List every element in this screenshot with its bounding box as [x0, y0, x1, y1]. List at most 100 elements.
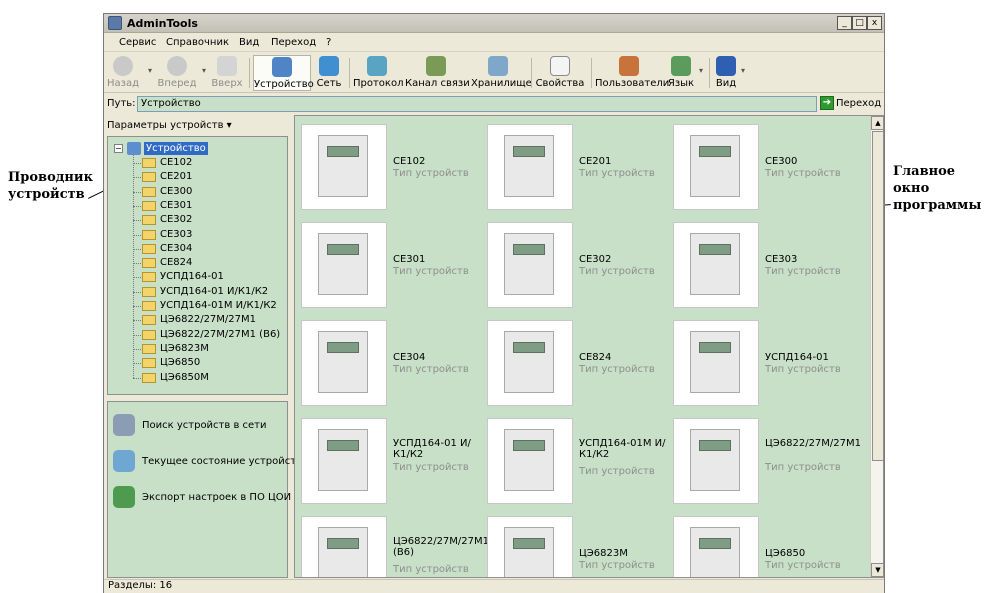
protocol-button[interactable]: Протокол — [353, 55, 403, 91]
meter-image — [504, 527, 554, 577]
folder-icon — [142, 358, 156, 369]
device-name: CE302 — [579, 254, 612, 265]
vertical-scrollbar[interactable]: ▲ ▼ — [870, 116, 883, 577]
meter-image — [690, 331, 740, 393]
device-card[interactable]: УСПД164-01 И/К1/К2 Тип устройств — [301, 418, 481, 508]
menu-reference[interactable]: Справочник — [166, 37, 229, 48]
view-button[interactable]: Вид — [713, 55, 739, 91]
tree-connector — [133, 320, 141, 322]
forward-button[interactable]: Вперед — [157, 55, 197, 91]
scroll-up-icon[interactable]: ▲ — [871, 116, 883, 130]
device-type: Тип устройств — [579, 560, 655, 571]
device-thumbnail — [487, 516, 573, 577]
task-label: Экспорт настроек в ПО ЦОИ — [142, 492, 292, 503]
annotation-left-line1: Проводник — [8, 170, 93, 185]
folder-icon — [142, 215, 156, 226]
close-button[interactable]: x — [867, 16, 882, 30]
meter-image — [504, 233, 554, 295]
device-name: УСПД164-01М И/К1/К2 — [579, 438, 666, 460]
menu-service[interactable]: Сервис — [119, 37, 156, 48]
device-type: Тип устройств — [579, 266, 655, 277]
folder-icon — [142, 301, 156, 311]
up-button[interactable]: Вверх — [210, 55, 244, 91]
minimize-button[interactable]: _ — [837, 16, 852, 30]
annotation-right-line3: программы — [893, 198, 982, 213]
tree-connector — [133, 205, 141, 207]
device-type: Тип устройств — [765, 168, 841, 179]
collapse-icon[interactable]: − — [114, 144, 123, 153]
scroll-thumb[interactable] — [872, 131, 883, 461]
device-card[interactable]: ЦЭ6850 Тип устройств — [673, 516, 853, 577]
device-card[interactable]: CE300 Тип устройств — [673, 124, 853, 214]
device-type: Тип устройств — [579, 168, 655, 179]
device-name: CE201 — [579, 156, 612, 167]
device-type: Тип устройств — [765, 560, 841, 571]
menu-navigate[interactable]: Переход — [271, 37, 316, 48]
properties-label: Свойства — [535, 78, 585, 89]
maximize-button[interactable]: □ — [852, 16, 867, 30]
language-button[interactable]: Язык — [666, 55, 696, 91]
device-icon — [272, 57, 292, 77]
device-label: Устройство — [254, 79, 314, 90]
device-card[interactable]: CE303 Тип устройств — [673, 222, 853, 312]
go-button[interactable]: ➔ Переход — [820, 96, 881, 112]
properties-button[interactable]: Свойства — [535, 55, 585, 91]
tree-connector — [133, 191, 141, 193]
back-arrow-icon — [113, 56, 133, 76]
scroll-down-icon[interactable]: ▼ — [871, 563, 883, 577]
menu-view[interactable]: Вид — [239, 37, 259, 48]
folder-icon — [142, 258, 156, 269]
status-sections: Разделы: 16 — [108, 580, 173, 591]
toolbar-separator — [349, 58, 350, 88]
screenshot-stage: Проводник устройств Главное окно програм… — [0, 0, 987, 593]
device-card[interactable]: ЦЭ6822/27М/27М1 Тип устройств — [673, 418, 861, 508]
device-type: Тип устройств — [393, 266, 469, 277]
device-thumbnail — [487, 418, 573, 504]
view-dropdown-icon[interactable]: ▾ — [741, 66, 745, 75]
folder-icon — [142, 343, 156, 354]
tree-connector — [133, 163, 141, 164]
device-button[interactable]: Устройство — [253, 55, 314, 91]
path-input[interactable]: Устройство — [137, 96, 817, 112]
device-thumbnail — [301, 124, 387, 210]
device-card[interactable]: CE102 Тип устройств — [301, 124, 481, 214]
device-card[interactable]: CE824 Тип устройств — [487, 320, 667, 410]
device-card[interactable]: CE201 Тип устройств — [487, 124, 667, 214]
language-dropdown-icon[interactable]: ▾ — [699, 66, 703, 75]
network-button[interactable]: Сеть — [314, 55, 344, 91]
device-card[interactable]: CE301 Тип устройств — [301, 222, 481, 312]
meter-image — [690, 527, 740, 577]
device-card[interactable]: CE304 Тип устройств — [301, 320, 481, 410]
users-icon — [619, 56, 639, 76]
status-bar: Разделы: 16 — [104, 579, 884, 593]
back-dropdown-icon[interactable]: ▾ — [148, 66, 152, 75]
channel-button[interactable]: Канал связи — [405, 55, 470, 91]
device-card[interactable]: УСПД164-01М И/К1/К2 Тип устройств — [487, 418, 667, 508]
device-name: УСПД164-01 И/К1/К2 — [393, 438, 471, 460]
tree-connector — [133, 177, 141, 179]
back-button[interactable]: Назад — [106, 55, 140, 91]
menu-bar: Сервис Справочник Вид Переход ? — [104, 34, 884, 52]
network-search-icon — [113, 414, 135, 436]
annotation-right-line2: окно — [893, 181, 930, 196]
meter-image — [318, 135, 368, 197]
folder-icon — [142, 186, 156, 197]
go-label: Переход — [836, 98, 882, 109]
folder-icon — [142, 158, 156, 168]
device-card[interactable]: УСПД164-01 Тип устройств — [673, 320, 853, 410]
tree-item-label: CE300 — [160, 185, 193, 197]
device-root-icon — [127, 142, 141, 155]
up-arrow-icon — [217, 56, 237, 76]
device-name: CE304 — [393, 352, 426, 363]
menu-help[interactable]: ? — [326, 37, 331, 48]
storage-button[interactable]: Хранилище — [471, 55, 532, 91]
device-name: CE303 — [765, 254, 798, 265]
device-card[interactable]: ЦЭ6823М Тип устройств — [487, 516, 667, 577]
title-bar[interactable]: AdminTools _ □ x — [104, 14, 884, 33]
device-card[interactable]: ЦЭ6822/27М/27М1 (В6) Тип устройств — [301, 516, 489, 577]
users-button[interactable]: Пользователи — [595, 55, 669, 91]
device-name: CE824 — [579, 352, 612, 363]
forward-dropdown-icon[interactable]: ▾ — [202, 66, 206, 75]
device-params-dropdown[interactable]: Параметры устройств ▾ — [107, 120, 232, 131]
device-card[interactable]: CE302 Тип устройств — [487, 222, 667, 312]
